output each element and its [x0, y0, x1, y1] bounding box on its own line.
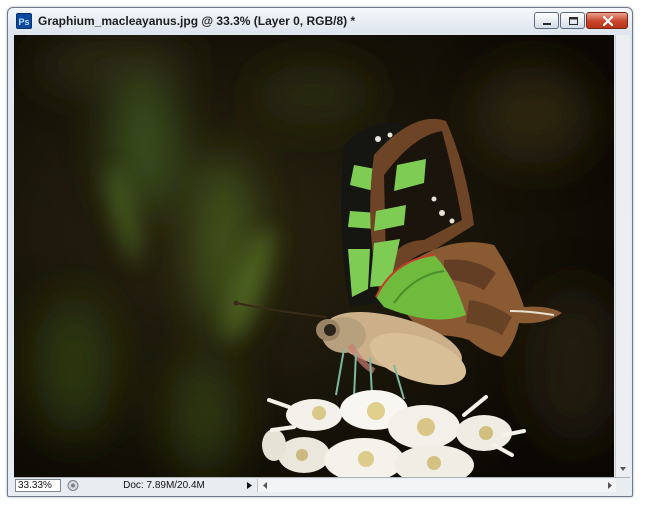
vertical-scrollbar[interactable] — [615, 35, 630, 477]
window-title: Graphium_macleayanus.jpg @ 33.3% (Layer … — [38, 14, 356, 28]
zoom-level-field[interactable]: 33.33% — [15, 479, 61, 492]
image-canvas[interactable] — [14, 35, 614, 477]
document-size-info: Doc: 7.89M/20.4M — [123, 480, 205, 491]
zoom-options-icon[interactable] — [66, 479, 80, 492]
window-controls — [534, 12, 628, 29]
scroll-left-icon[interactable] — [263, 482, 267, 489]
scroll-down-icon[interactable] — [616, 35, 630, 477]
horizontal-scrollbar[interactable] — [257, 479, 616, 492]
minimize-button[interactable] — [534, 12, 559, 29]
document-window: Ps Graphium_macleayanus.jpg @ 33.3% (Lay… — [7, 7, 633, 497]
minimize-icon — [543, 23, 551, 25]
maximize-icon — [569, 17, 578, 25]
photoshop-icon: Ps — [16, 13, 32, 29]
close-button[interactable] — [586, 12, 628, 29]
close-icon — [602, 15, 614, 27]
maximize-button[interactable] — [560, 12, 585, 29]
status-bar: 33.33% Doc: 7.89M/20.4M — [14, 477, 630, 493]
butterfly-photo — [14, 35, 614, 477]
scroll-right-icon[interactable] — [608, 482, 612, 489]
status-menu-arrow-icon[interactable] — [243, 479, 255, 492]
title-bar[interactable]: Ps Graphium_macleayanus.jpg @ 33.3% (Lay… — [8, 8, 632, 34]
